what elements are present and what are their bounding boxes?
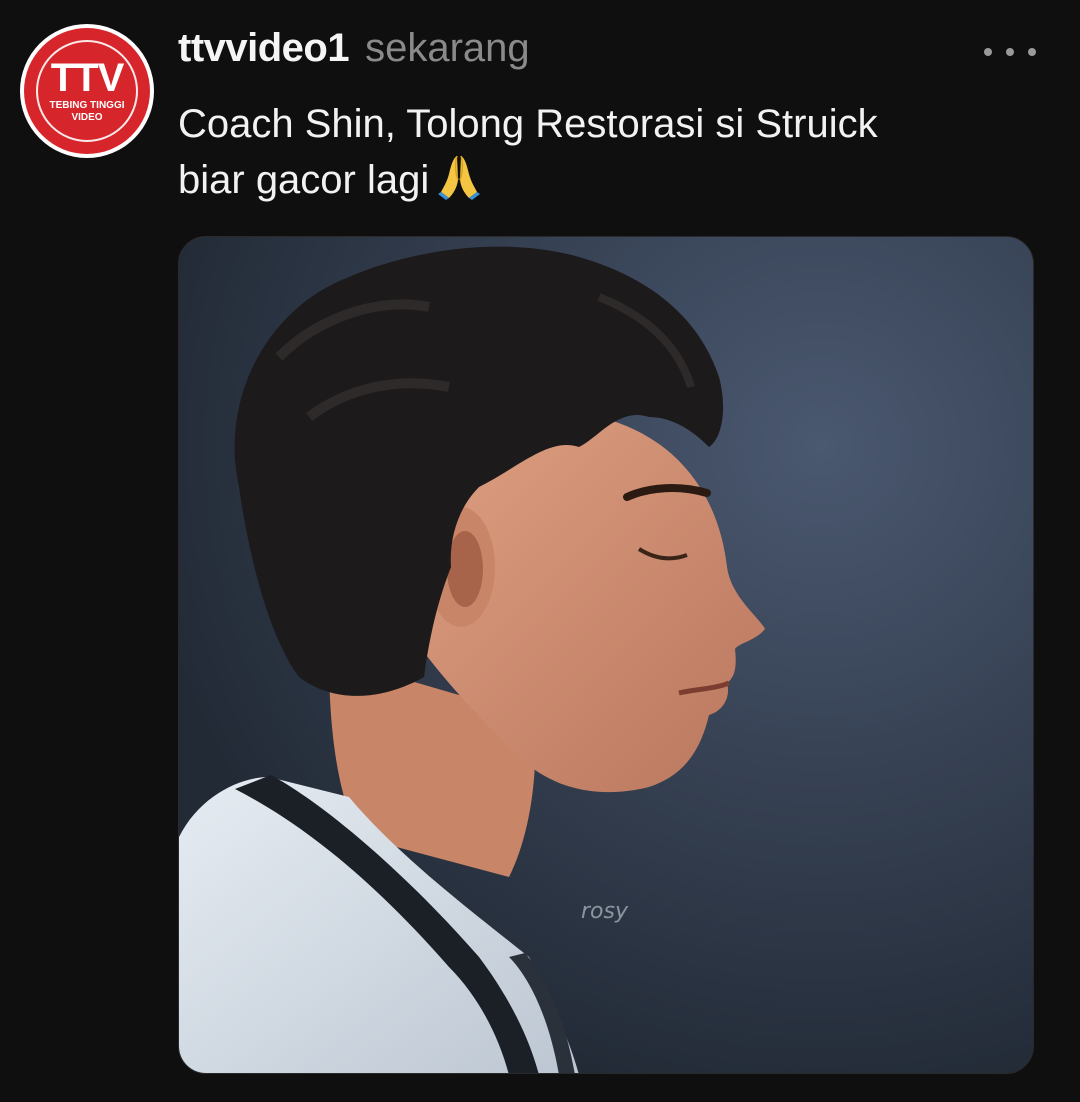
caption-line-1: Coach Shin, Tolong Restorasi si Struick [178, 102, 878, 146]
post-media-image[interactable]: rosy [178, 236, 1034, 1074]
avatar-logo-text: TTV [50, 56, 125, 100]
media-watermark: rosy [581, 899, 628, 924]
folded-hands-icon [437, 152, 481, 201]
more-horizontal-icon-dot [1006, 48, 1014, 56]
avatar-logo-badge: TTV TEBING TINGGI VIDEO [24, 28, 150, 154]
caption-line-2: biar gacor lagi [178, 158, 430, 202]
avatar[interactable]: TTV TEBING TINGGI VIDEO [20, 24, 154, 158]
post-caption: Coach Shin, Tolong Restorasi si Struick … [178, 96, 1018, 208]
caption-line-2-wrap: biar gacor lagi [178, 152, 1018, 208]
post: TTV TEBING TINGGI VIDEO ttvvideo1 sekara… [0, 0, 1080, 1102]
avatar-subtitle-line1: TEBING TINGGI [49, 100, 125, 111]
post-header: ttvvideo1 sekarang [178, 26, 530, 78]
more-horizontal-icon-dot [1028, 48, 1036, 56]
avatar-subtitle-line2: VIDEO [71, 112, 103, 123]
more-options-button[interactable] [984, 36, 1036, 68]
timestamp: sekarang [365, 26, 530, 70]
more-horizontal-icon [984, 48, 992, 56]
player-photo [179, 237, 1033, 1073]
avatar-subtitle: TEBING TINGGI VIDEO [24, 100, 150, 124]
username[interactable]: ttvvideo1 [178, 26, 350, 71]
